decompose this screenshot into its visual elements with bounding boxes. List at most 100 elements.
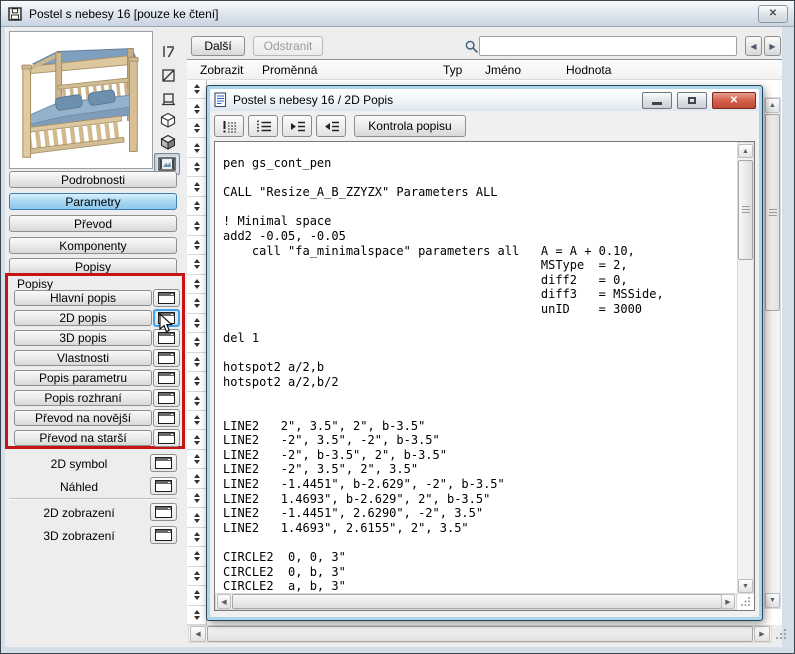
- row-reorder-handle[interactable]: [187, 158, 206, 177]
- move-down-icon: [194, 382, 200, 386]
- scroll-up-button[interactable]: ▲: [738, 144, 753, 158]
- move-down-icon: [194, 402, 200, 406]
- row-reorder-handle[interactable]: [187, 353, 206, 372]
- open-window-hlavni-popis[interactable]: [153, 289, 180, 307]
- move-up-icon: [194, 123, 200, 127]
- row-reorder-handle[interactable]: [187, 119, 206, 138]
- script-button-hlavni-popis[interactable]: Hlavní popis: [14, 290, 152, 306]
- scrollbar-thumb[interactable]: [765, 114, 780, 311]
- script-button-2d-popis[interactable]: 2D popis: [14, 310, 152, 326]
- open-window-prevod-na-novejsi[interactable]: [153, 409, 180, 427]
- sidebar-tab-komponenty[interactable]: Komponenty: [9, 237, 177, 254]
- script-window-close-button[interactable]: ✕: [712, 92, 756, 109]
- row-reorder-handle[interactable]: [187, 528, 206, 547]
- scroll-right-button[interactable]: ▶: [721, 594, 735, 609]
- open-window-3d-zobrazeni[interactable]: [150, 526, 177, 544]
- preview-mode-3d-shaded-button[interactable]: [157, 132, 179, 152]
- row-reorder-handle[interactable]: [187, 197, 206, 216]
- scroll-left-icon: ◀: [195, 630, 200, 638]
- open-window-nahled[interactable]: [150, 477, 177, 495]
- next-button[interactable]: Další: [191, 36, 245, 56]
- row-reorder-handle[interactable]: [187, 547, 206, 566]
- row-reorder-handle[interactable]: [187, 275, 206, 294]
- scrollbar-thumb[interactable]: [207, 626, 753, 642]
- script-button-vlastnosti[interactable]: Vlastnosti: [14, 350, 152, 366]
- script-button-prevod-na-novejsi[interactable]: Převod na novější: [14, 410, 152, 426]
- window-icon: [158, 392, 175, 404]
- script-editor-window: Postel s nebesy 16 / 2D Popis ✕: [206, 85, 763, 621]
- move-up-icon: [194, 298, 200, 302]
- script-button-popis-parametru[interactable]: Popis parametru: [14, 370, 152, 386]
- row-reorder-handle[interactable]: [187, 236, 206, 255]
- open-window-prevod-na-starsi[interactable]: [153, 429, 180, 447]
- preview-mode-3d-wireframe-button[interactable]: [157, 110, 179, 130]
- search-prev-button[interactable]: ◀: [745, 36, 762, 56]
- scrollbar-thumb[interactable]: [738, 160, 753, 260]
- row-reorder-handle[interactable]: [187, 99, 206, 118]
- sidebar-tab-parametry[interactable]: Parametry: [9, 193, 177, 210]
- preview-mode-plan-button[interactable]: [157, 88, 179, 108]
- row-reorder-handle[interactable]: [187, 450, 206, 469]
- scroll-up-button[interactable]: ▲: [765, 98, 780, 113]
- move-up-icon: [194, 318, 200, 322]
- open-window-popis-parametru[interactable]: [153, 369, 180, 387]
- scroll-down-button[interactable]: ▼: [738, 579, 753, 593]
- preview-mode-2d-symbol-button[interactable]: [157, 65, 179, 85]
- indent-button[interactable]: [282, 115, 312, 137]
- gdl-code[interactable]: pen gs_cont_pen CALL "Resize_A_B_ZZYZX" …: [215, 142, 737, 593]
- sidebar-tab-podrobnosti[interactable]: Podrobnosti: [9, 171, 177, 188]
- tab-label: Komponenty: [59, 239, 126, 253]
- row-reorder-handle[interactable]: [187, 372, 206, 391]
- script-label: Převod na starší: [39, 431, 126, 445]
- scroll-down-button[interactable]: ▼: [765, 593, 780, 608]
- remove-button[interactable]: Odstranit: [253, 36, 323, 56]
- scrollbar-thumb[interactable]: [232, 594, 722, 609]
- scroll-left-button[interactable]: ◀: [217, 594, 231, 609]
- script-window-minimize-button[interactable]: [642, 92, 672, 109]
- open-window-popis-rozhrani[interactable]: [153, 389, 180, 407]
- outdent-button[interactable]: [316, 115, 346, 137]
- check-script-button[interactable]: Kontrola popisu: [354, 115, 466, 137]
- script-button-prevod-na-starsi[interactable]: Převod na starší: [14, 430, 152, 446]
- row-reorder-handle[interactable]: [187, 411, 206, 430]
- preview-mode-dimension-button[interactable]: [157, 41, 179, 61]
- open-window-2d-zobrazeni[interactable]: [150, 503, 177, 521]
- row-reorder-handle[interactable]: [187, 294, 206, 313]
- row-reorder-handle[interactable]: [187, 80, 206, 99]
- script-label: Převod na novější: [35, 411, 131, 425]
- window-resize-grip[interactable]: [774, 627, 788, 641]
- open-window-vlastnosti[interactable]: [153, 349, 180, 367]
- column-header-jmeno: Jméno: [485, 63, 521, 77]
- script-button-popis-rozhrani[interactable]: Popis rozhraní: [14, 390, 152, 406]
- row-reorder-handle[interactable]: [187, 216, 206, 235]
- row-reorder-handle[interactable]: [187, 333, 206, 352]
- move-down-icon: [194, 480, 200, 484]
- toggle-comment-button[interactable]: [214, 115, 244, 137]
- window-close-button[interactable]: ✕: [758, 5, 788, 23]
- row-reorder-handle[interactable]: [187, 138, 206, 157]
- search-next-button[interactable]: ▶: [764, 36, 781, 56]
- script-button-3d-popis[interactable]: 3D popis: [14, 330, 152, 346]
- row-reorder-handle[interactable]: [187, 586, 206, 605]
- row-reorder-handle[interactable]: [187, 430, 206, 449]
- row-reorder-handle[interactable]: [187, 314, 206, 333]
- row-reorder-handle[interactable]: [187, 508, 206, 527]
- open-window-2d-symbol[interactable]: [150, 454, 177, 472]
- row-reorder-handle[interactable]: [187, 392, 206, 411]
- row-reorder-handle[interactable]: [187, 177, 206, 196]
- row-reorder-handle[interactable]: [187, 469, 206, 488]
- row-reorder-handle[interactable]: [187, 606, 206, 625]
- search-input[interactable]: [479, 36, 737, 56]
- line-numbers-button[interactable]: [248, 115, 278, 137]
- editor-resize-grip[interactable]: [739, 595, 752, 608]
- scroll-left-icon: ◀: [221, 598, 226, 606]
- script-window-restore-button[interactable]: [677, 92, 707, 109]
- move-down-icon: [194, 616, 200, 620]
- label-nahled: Náhled: [9, 480, 149, 494]
- row-reorder-handle[interactable]: [187, 567, 206, 586]
- sidebar-tab-prevod[interactable]: Převod: [9, 215, 177, 232]
- row-reorder-handle[interactable]: [187, 489, 206, 508]
- scroll-left-button[interactable]: ◀: [190, 626, 206, 642]
- row-reorder-handle[interactable]: [187, 255, 206, 274]
- scroll-right-button[interactable]: ▶: [754, 626, 770, 642]
